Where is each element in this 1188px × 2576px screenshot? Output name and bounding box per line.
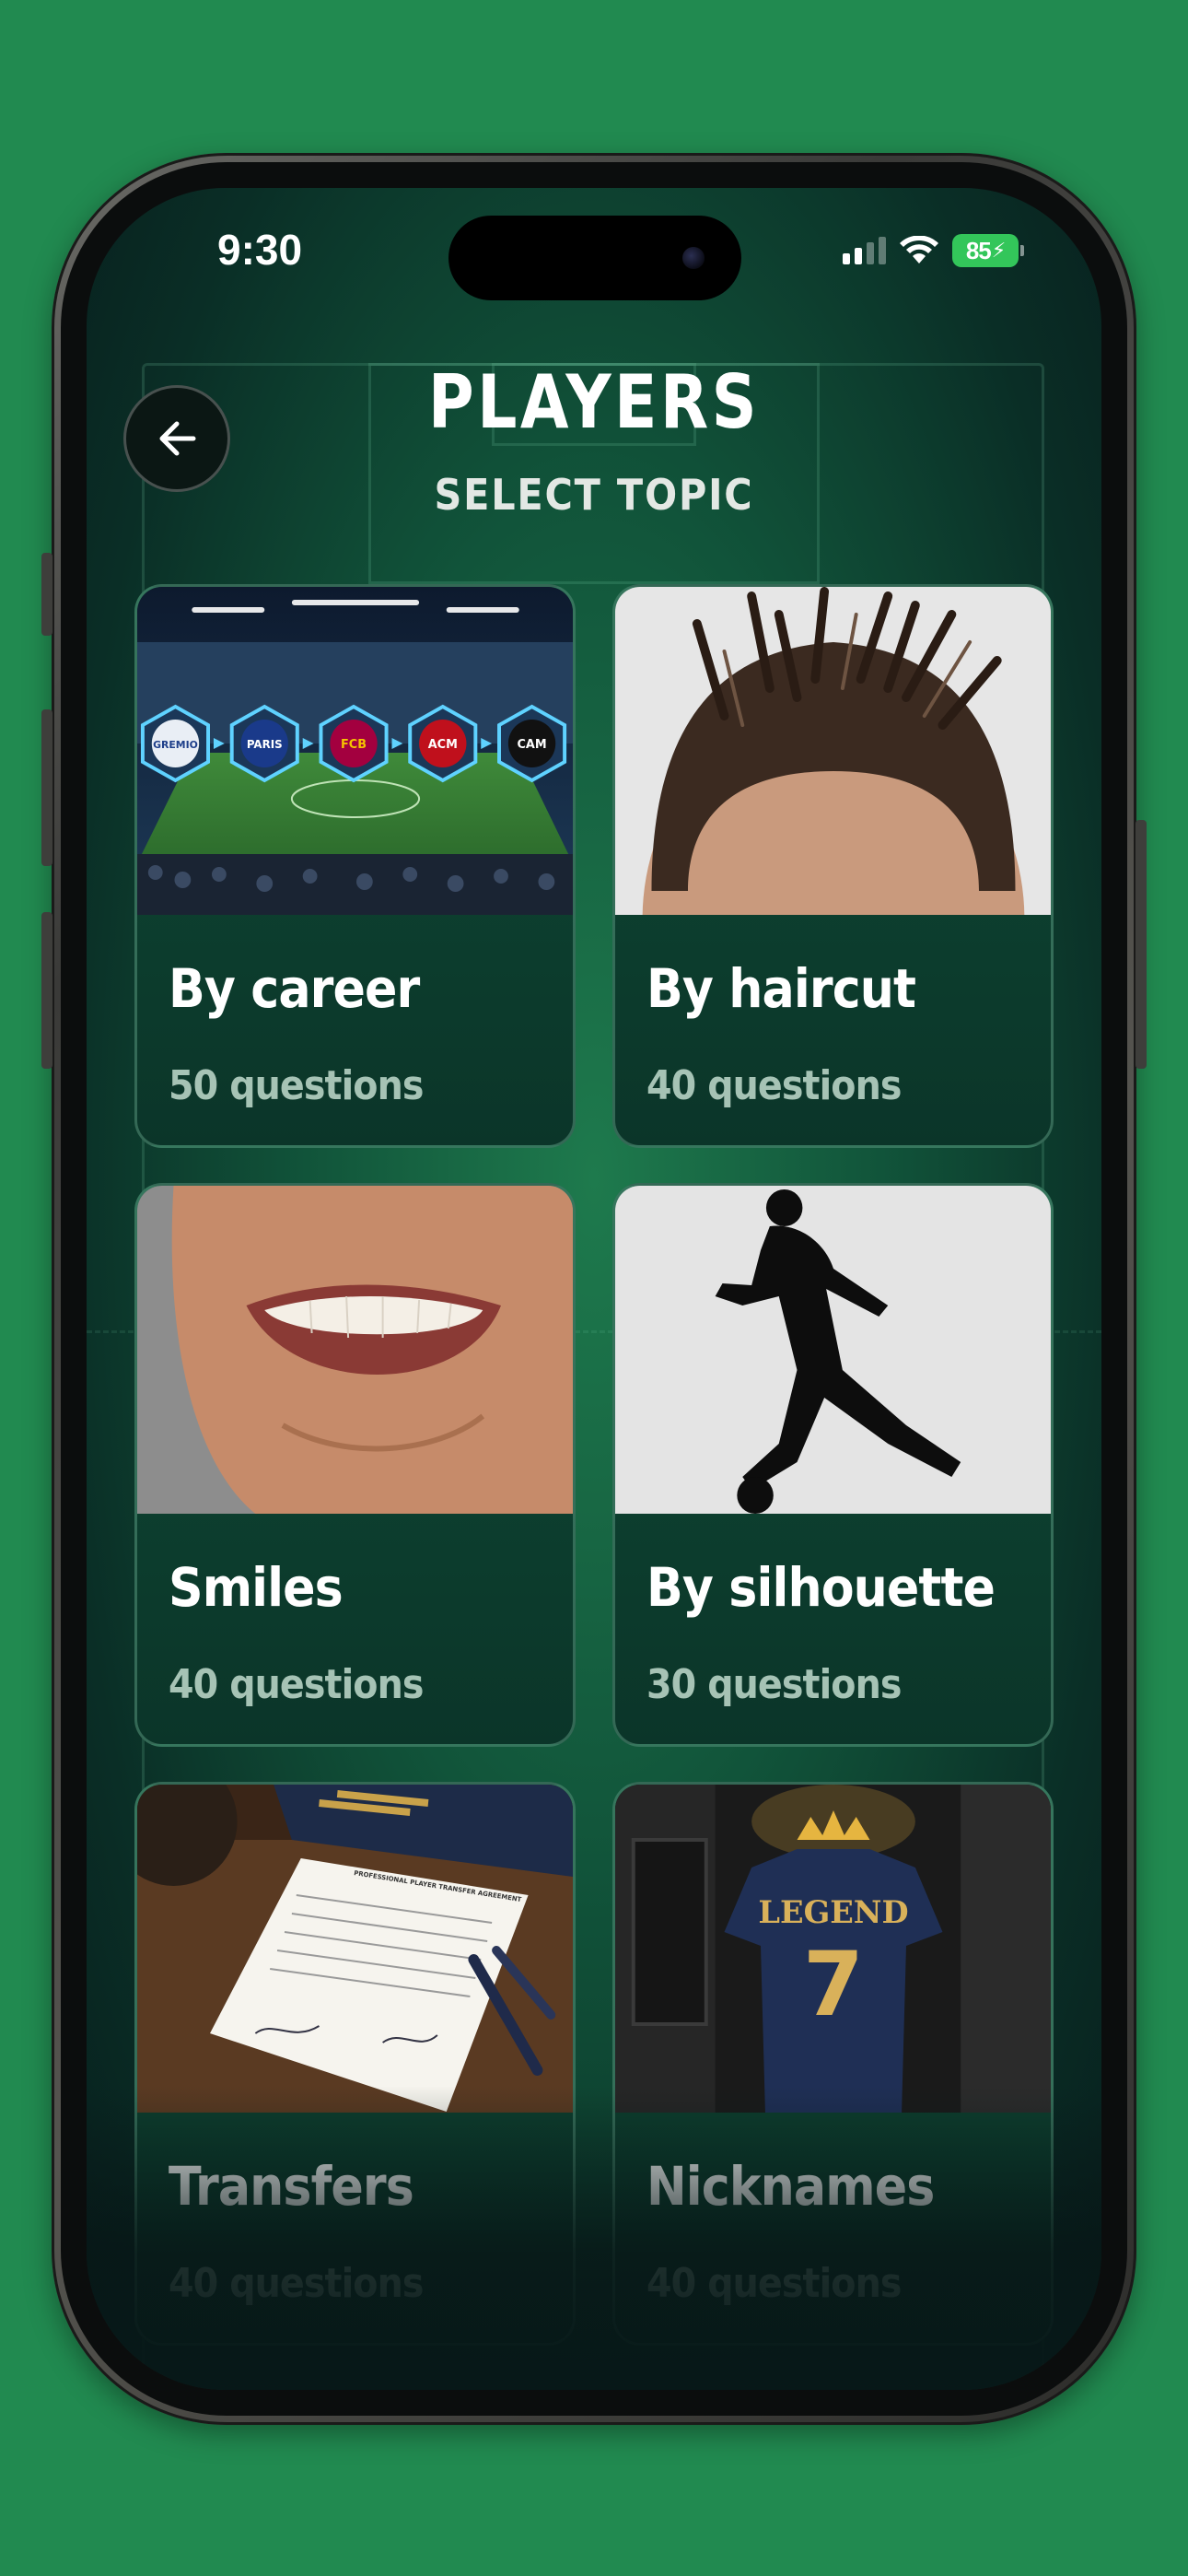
app-screen: 9:30 85 ⚡ PLAYERS SELECT TOPIC GREMIO PA…	[87, 188, 1101, 2390]
smile-image	[137, 1186, 573, 1514]
topic-label: Smiles	[169, 1556, 344, 1619]
topic-question-count: 40 questions	[169, 1661, 424, 1708]
status-icons: 85 ⚡	[843, 232, 1024, 269]
page-subtitle: SELECT TOPIC	[434, 470, 754, 520]
topic-card-smiles[interactable]: Smiles 40 questions	[134, 1183, 576, 1747]
jersey-text: LEGEND	[758, 1893, 908, 1930]
topic-question-count: 50 questions	[169, 1062, 424, 1109]
power-button	[1136, 820, 1147, 1069]
topic-question-count: 40 questions	[169, 2260, 424, 2307]
action-button	[41, 553, 52, 636]
volume-down-button	[41, 912, 52, 1069]
topic-card-transfers[interactable]: PROFESSIONAL PLAYER TRANSFER AGREEMENT T…	[134, 1782, 576, 2346]
topic-label: By silhouette	[646, 1556, 996, 1619]
battery-level: 85	[965, 236, 992, 264]
topic-question-count: 40 questions	[646, 1062, 902, 1109]
status-time: 9:30	[217, 226, 303, 274]
front-camera	[682, 247, 705, 269]
badge-label: CAM	[518, 738, 547, 752]
topic-question-count: 40 questions	[646, 2260, 902, 2307]
badge-label: FCB	[341, 738, 367, 752]
topic-label: Transfers	[169, 2155, 414, 2218]
topic-label: By career	[169, 957, 420, 1020]
haircut-image	[615, 587, 1051, 915]
badge-label: GREMIO	[153, 739, 198, 751]
stadium-badges-image: GREMIO PARIS FCB ACM CAM	[137, 587, 573, 915]
topic-label: By haircut	[646, 957, 916, 1020]
topic-card-nicknames[interactable]: LEGEND 7 Nicknames 40 questions	[612, 1782, 1054, 2346]
page-title: PLAYERS	[427, 359, 761, 445]
cellular-signal-icon	[843, 237, 886, 264]
topic-label: Nicknames	[646, 2155, 935, 2218]
topic-card-by-haircut[interactable]: By haircut 40 questions	[612, 584, 1054, 1148]
legend-jersey-image: LEGEND 7	[615, 1785, 1051, 2113]
topic-question-count: 30 questions	[646, 1661, 902, 1708]
topic-card-by-career[interactable]: GREMIO PARIS FCB ACM CAM By career 50 qu…	[134, 584, 576, 1148]
wifi-icon	[900, 236, 938, 263]
topic-card-by-silhouette[interactable]: By silhouette 30 questions	[612, 1183, 1054, 1747]
dynamic-island	[448, 216, 741, 300]
contract-image: PROFESSIONAL PLAYER TRANSFER AGREEMENT	[137, 1785, 573, 2113]
badge-label: ACM	[428, 738, 458, 752]
battery-icon: 85 ⚡	[952, 234, 1024, 267]
badge-label: PARIS	[247, 738, 283, 751]
volume-up-button	[41, 709, 52, 866]
silhouette-image	[615, 1186, 1051, 1514]
jersey-number: 7	[803, 1933, 864, 2036]
